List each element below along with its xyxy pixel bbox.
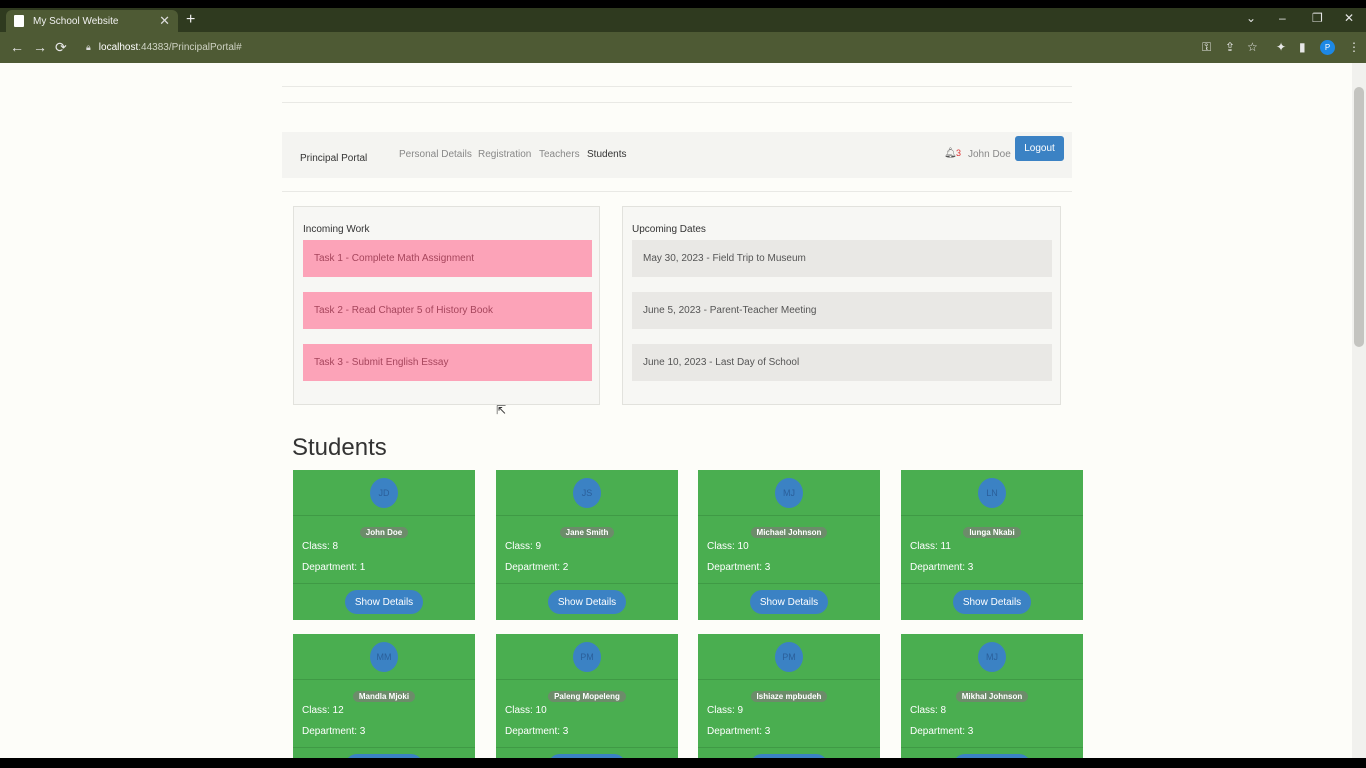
student-avatar: PM	[775, 642, 803, 672]
upcoming-dates-title: Upcoming Dates	[632, 224, 706, 235]
share-icon[interactable]: ⇪	[1225, 40, 1235, 54]
forward-button[interactable]: →	[33, 39, 47, 55]
show-details-button[interactable]: Show Details	[345, 590, 423, 614]
logout-button[interactable]: Logout	[1015, 136, 1064, 161]
menu-icon[interactable]: ⋮	[1348, 40, 1360, 54]
student-card: JD John Doe Class: 8 Department: 1 Show …	[293, 470, 475, 620]
divider	[282, 102, 1072, 103]
divider	[282, 86, 1072, 87]
address-bar[interactable]: 🔒︎ localhost:44383/PrincipalPortal#	[78, 36, 1268, 58]
date-item[interactable]: May 30, 2023 - Field Trip to Museum	[632, 240, 1052, 277]
page-viewport: Principal Portal Personal Details Regist…	[0, 63, 1366, 758]
bell-icon[interactable]: 🔔︎	[944, 148, 957, 159]
date-item[interactable]: June 10, 2023 - Last Day of School	[632, 344, 1052, 381]
scrollbar-thumb[interactable]	[1354, 87, 1364, 347]
nav-students[interactable]: Students	[587, 149, 626, 160]
student-avatar: MJ	[978, 642, 1006, 672]
browser-tab-strip: My School Website ✕ + ⌄ – ❐ ✕	[0, 8, 1366, 32]
key-icon[interactable]: ⚿	[1202, 40, 1211, 55]
student-class: Class: 12	[302, 705, 344, 716]
date-item[interactable]: June 5, 2023 - Parent-Teacher Meeting	[632, 292, 1052, 329]
work-item[interactable]: Task 2 - Read Chapter 5 of History Book	[303, 292, 592, 329]
tab-title: My School Website	[33, 15, 119, 27]
student-card: LN lunga Nkabi Class: 11 Department: 3 S…	[901, 470, 1083, 620]
student-name: Michael Johnson	[750, 527, 828, 538]
student-avatar: JD	[370, 478, 398, 508]
tab-search-icon[interactable]: ⌄	[1246, 11, 1256, 25]
nav-teachers[interactable]: Teachers	[539, 149, 580, 160]
student-name: Mandla Mjoki	[352, 691, 416, 702]
navbar-brand[interactable]: Principal Portal	[300, 153, 367, 164]
divider	[282, 191, 1072, 192]
browser-tab[interactable]: My School Website ✕	[6, 10, 178, 32]
student-avatar: JS	[573, 478, 601, 508]
students-heading: Students	[292, 434, 387, 461]
student-department: Department: 1	[302, 562, 366, 573]
student-class: Class: 9	[505, 541, 542, 552]
student-name: Ishiaze mpbudeh	[750, 691, 828, 702]
student-card: MJ Mikhal Johnson Class: 8 Department: 3…	[901, 634, 1083, 758]
lock-icon: 🔒︎	[86, 41, 91, 52]
nav-personal-details[interactable]: Personal Details	[399, 149, 472, 160]
student-avatar: MJ	[775, 478, 803, 508]
student-card: MJ Michael Johnson Class: 10 Department:…	[698, 470, 880, 620]
browser-toolbar: ← → ⟳ 🔒︎ localhost:44383/PrincipalPortal…	[0, 32, 1366, 63]
url-host: localhost	[98, 41, 139, 53]
reload-button[interactable]: ⟳	[55, 39, 67, 56]
student-department: Department: 3	[505, 726, 569, 737]
show-details-button[interactable]: Show Details	[548, 590, 626, 614]
work-item[interactable]: Task 1 - Complete Math Assignment	[303, 240, 592, 277]
extensions-icon[interactable]: ✦	[1276, 40, 1286, 54]
upcoming-dates-panel: Upcoming Dates May 30, 2023 - Field Trip…	[622, 206, 1061, 405]
side-panel-icon[interactable]: ▮	[1299, 40, 1306, 54]
document-icon	[14, 15, 24, 27]
student-class: Class: 9	[707, 705, 744, 716]
student-class: Class: 10	[707, 541, 749, 552]
incoming-work-panel: Incoming Work Task 1 - Complete Math Ass…	[293, 206, 600, 405]
student-class: Class: 10	[505, 705, 547, 716]
profile-avatar[interactable]: P	[1320, 40, 1335, 55]
show-details-button[interactable]: Show Details	[953, 590, 1031, 614]
student-name: lunga Nkabi	[963, 527, 1021, 538]
student-card: MM Mandla Mjoki Class: 12 Department: 3 …	[293, 634, 475, 758]
student-card: PM Paleng Mopeleng Class: 10 Department:…	[496, 634, 678, 758]
star-icon[interactable]: ☆	[1247, 40, 1258, 54]
window-top-edge	[0, 0, 1366, 8]
minimize-button[interactable]: –	[1279, 11, 1286, 25]
student-department: Department: 2	[505, 562, 569, 573]
app-navbar: Principal Portal Personal Details Regist…	[282, 132, 1072, 178]
student-card: JS Jane Smith Class: 9 Department: 2 Sho…	[496, 470, 678, 620]
student-name: John Doe	[359, 527, 409, 538]
student-class: Class: 8	[302, 541, 339, 552]
student-name: Paleng Mopeleng	[548, 691, 626, 702]
student-avatar: LN	[978, 478, 1006, 508]
url-path: :44383/PrincipalPortal#	[138, 41, 242, 53]
maximize-button[interactable]: ❐	[1312, 11, 1323, 25]
student-department: Department: 3	[302, 726, 366, 737]
show-details-button[interactable]: Show Details	[750, 590, 828, 614]
student-name: Mikhal Johnson	[955, 691, 1029, 702]
student-department: Department: 3	[910, 726, 974, 737]
student-card: PM Ishiaze mpbudeh Class: 9 Department: …	[698, 634, 880, 758]
close-window-button[interactable]: ✕	[1344, 11, 1354, 25]
student-avatar: PM	[573, 642, 601, 672]
close-tab-icon[interactable]: ✕	[159, 13, 170, 29]
window-bottom-edge	[0, 758, 1366, 768]
incoming-work-title: Incoming Work	[303, 224, 370, 235]
student-department: Department: 3	[707, 562, 771, 573]
student-department: Department: 3	[910, 562, 974, 573]
student-class: Class: 11	[910, 541, 951, 552]
student-department: Department: 3	[707, 726, 771, 737]
notification-count: 3	[956, 148, 962, 158]
student-class: Class: 8	[910, 705, 947, 716]
new-tab-button[interactable]: +	[186, 11, 195, 29]
page-scrollbar[interactable]	[1352, 63, 1366, 758]
nav-registration[interactable]: Registration	[478, 149, 531, 160]
work-item[interactable]: Task 3 - Submit English Essay	[303, 344, 592, 381]
user-name: John Doe	[968, 149, 1011, 160]
mouse-cursor-icon: ⇱	[496, 403, 507, 417]
student-name: Jane Smith	[559, 527, 615, 538]
student-avatar: MM	[370, 642, 398, 672]
back-button[interactable]: ←	[10, 39, 24, 55]
